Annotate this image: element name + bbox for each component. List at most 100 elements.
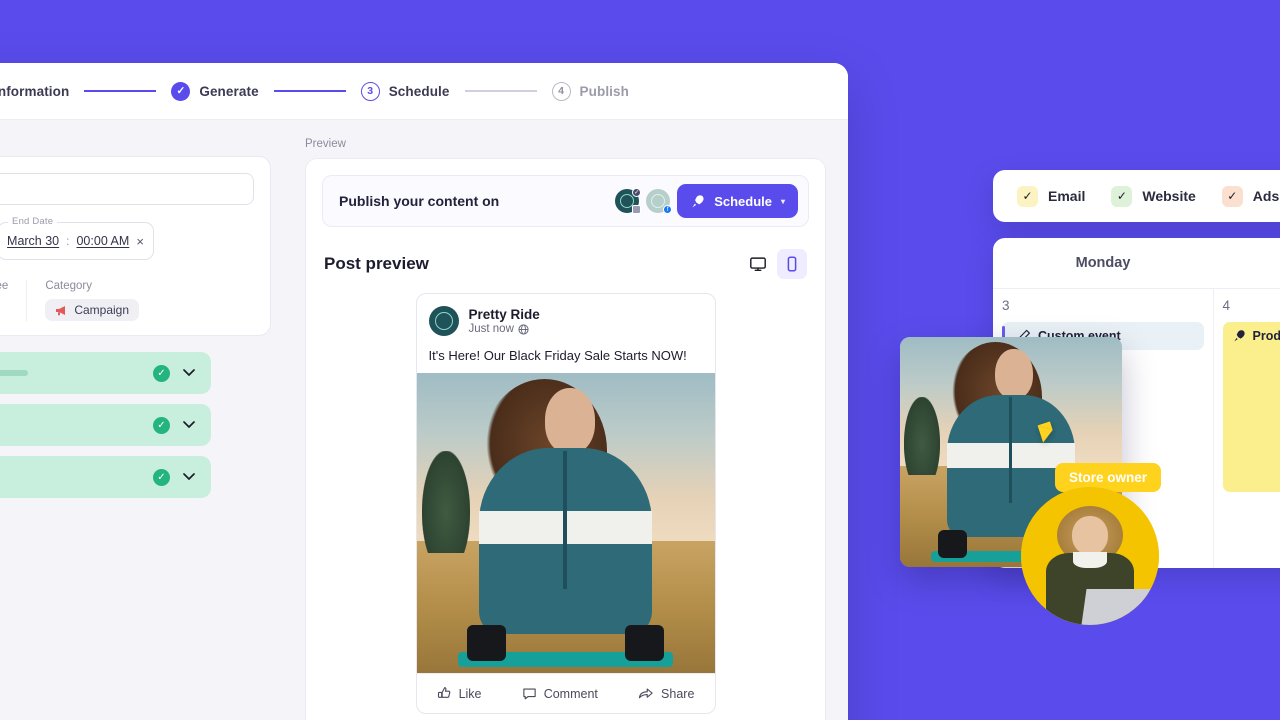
step-connector-2 <box>273 90 346 92</box>
website-checkbox[interactable]: ✓ <box>1111 185 1133 207</box>
channel-website[interactable]: ✓ Website <box>1111 185 1196 207</box>
end-date-time: 00:00 AM <box>76 234 130 248</box>
task-row[interactable]: ✓ <box>0 404 211 446</box>
like-button[interactable]: Like <box>437 686 482 701</box>
social-post-card: Pretty Ride Just now It's Here! Our Blac… <box>415 293 716 714</box>
channel-ads[interactable]: ✓ Ads <box>1221 185 1279 207</box>
category-block: Category Campaign <box>26 280 157 321</box>
task-chevron-down-icon[interactable] <box>183 367 195 379</box>
step-information[interactable]: ✓ Information <box>0 82 69 101</box>
publish-bar-text: Publish your content on <box>339 193 500 209</box>
post-preview-header: Post preview <box>324 249 807 279</box>
post-timestamp-row: Just now <box>469 323 540 335</box>
rocket-icon <box>1233 330 1245 342</box>
end-date-field[interactable]: End Date March 30 : 00:00 AM × <box>0 216 154 260</box>
step-2-badge: ✓ <box>171 81 191 101</box>
comment-label: Comment <box>543 686 598 701</box>
schedule-button-label: Schedule <box>714 193 772 209</box>
step-4-badge: 4 <box>551 81 571 101</box>
rocket-icon <box>692 194 704 207</box>
assignee-label: Assignee <box>0 280 9 292</box>
calendar-day-name-tuesday: Tuesday <box>1213 238 1280 288</box>
facebook-badge-icon: f <box>663 205 673 214</box>
megaphone-icon <box>56 305 66 315</box>
publish-bar: Publish your content on ✓ f Schedule ▾ <box>322 175 809 227</box>
platform-app-badge-icon <box>632 205 642 214</box>
end-date-clear-icon[interactable]: × <box>136 235 144 248</box>
category-chip-label: Campaign <box>74 303 130 317</box>
channel-chips-card: ✓ Email ✓ Website ✓ Ads <box>993 170 1280 222</box>
comment-button[interactable]: Comment <box>522 686 598 701</box>
post-timestamp: Just now <box>468 323 514 336</box>
task-check-icon: ✓ <box>153 468 170 486</box>
right-floating-stack: ✓ Email ✓ Website ✓ Ads Monday Tuesday 3… <box>993 170 1280 568</box>
monitor-icon[interactable] <box>743 249 773 279</box>
post-author-name: Pretty Ride <box>468 306 540 322</box>
platform-check-badge-icon: ✓ <box>632 188 642 197</box>
store-owner-avatar <box>1021 487 1159 625</box>
channel-website-label: Website <box>1142 188 1196 204</box>
end-date-separator: : <box>66 234 70 248</box>
end-date-legend: End Date <box>8 216 58 227</box>
preview-card: Publish your content on ✓ f Schedule ▾ P… <box>305 158 826 720</box>
avatar <box>428 306 459 336</box>
post-author-row: Pretty Ride Just now <box>417 294 715 336</box>
step-schedule[interactable]: 3 Schedule <box>360 81 450 101</box>
schedule-form-card: 00 AM × → End Date March 30 : 00:00 AM ×… <box>0 156 271 336</box>
chevron-down-icon[interactable]: ▾ <box>781 197 785 206</box>
task-row[interactable]: ✓ <box>0 456 211 498</box>
app-body: 00 AM × → End Date March 30 : 00:00 AM ×… <box>0 120 848 720</box>
preview-column: Preview Publish your content on ✓ f Sche… <box>271 120 848 720</box>
post-body-text: It's Here! Our Black Friday Sale Starts … <box>428 348 687 363</box>
step-3-badge: 3 <box>360 81 380 101</box>
speech-bubble-icon <box>523 688 536 700</box>
calendar-date-number: 3 <box>1002 298 1010 313</box>
end-date-day: March 30 <box>7 234 60 248</box>
step-generate[interactable]: ✓ Generate <box>171 81 259 101</box>
preview-section-label: Preview <box>305 138 346 150</box>
left-column: 00 AM × → End Date March 30 : 00:00 AM ×… <box>0 120 271 720</box>
task-check-icon: ✓ <box>153 416 170 434</box>
step-connector-3 <box>464 90 537 92</box>
task-check-icon: ✓ <box>153 364 170 382</box>
channel-email-label: Email <box>1048 188 1086 204</box>
phone-icon[interactable] <box>777 249 807 279</box>
share-label: Share <box>661 686 695 701</box>
calendar-event-title: Product Launch <box>1252 329 1280 343</box>
task-chevron-down-icon[interactable] <box>183 471 195 483</box>
task-progress-bar <box>0 370 28 376</box>
platform-avatar-inactive[interactable]: f <box>646 189 673 214</box>
step-2-label: Generate <box>199 83 259 99</box>
step-1-label: Information <box>0 83 70 99</box>
task-chevron-down-icon[interactable] <box>183 419 195 431</box>
step-4-label: Publish <box>579 83 629 99</box>
share-arrow-icon <box>638 688 653 699</box>
globe-icon <box>518 324 529 335</box>
step-connector-1 <box>84 90 157 92</box>
assignee-block: Assignee <box>0 280 26 321</box>
ads-checkbox[interactable]: ✓ <box>1221 185 1243 207</box>
email-checkbox[interactable]: ✓ <box>1017 185 1038 207</box>
like-label: Like <box>458 686 482 701</box>
post-image <box>416 373 715 673</box>
schedule-button[interactable]: Schedule ▾ <box>677 184 798 218</box>
category-chip[interactable]: Campaign <box>45 299 140 321</box>
step-3-label: Schedule <box>388 83 450 99</box>
device-toggle <box>743 249 807 279</box>
app-window: ✓ Information ✓ Generate 3 Schedule 4 Pu… <box>0 63 848 720</box>
post-actions: Like Comment Share <box>416 673 715 713</box>
meta-row: Assignee Category Campaign <box>0 280 254 321</box>
share-button[interactable]: Share <box>638 686 694 701</box>
title-input[interactable] <box>0 173 254 205</box>
task-list: ✓ ✓ ✓ <box>0 352 271 498</box>
calendar-column-tuesday[interactable]: 4 Product Launch <box>1212 289 1280 568</box>
channel-email[interactable]: ✓ Email <box>1017 185 1086 207</box>
calendar-event-launch[interactable]: Product Launch <box>1222 322 1280 492</box>
calendar-header: Monday Tuesday <box>993 238 1280 288</box>
thumbs-up-icon <box>437 687 450 698</box>
step-publish[interactable]: 4 Publish <box>551 81 629 101</box>
calendar-date-number: 4 <box>1222 298 1231 313</box>
task-row[interactable]: ✓ <box>0 352 211 394</box>
platform-avatar-active[interactable]: ✓ <box>615 188 642 214</box>
date-range-row: 00 AM × → End Date March 30 : 00:00 AM × <box>0 216 254 260</box>
